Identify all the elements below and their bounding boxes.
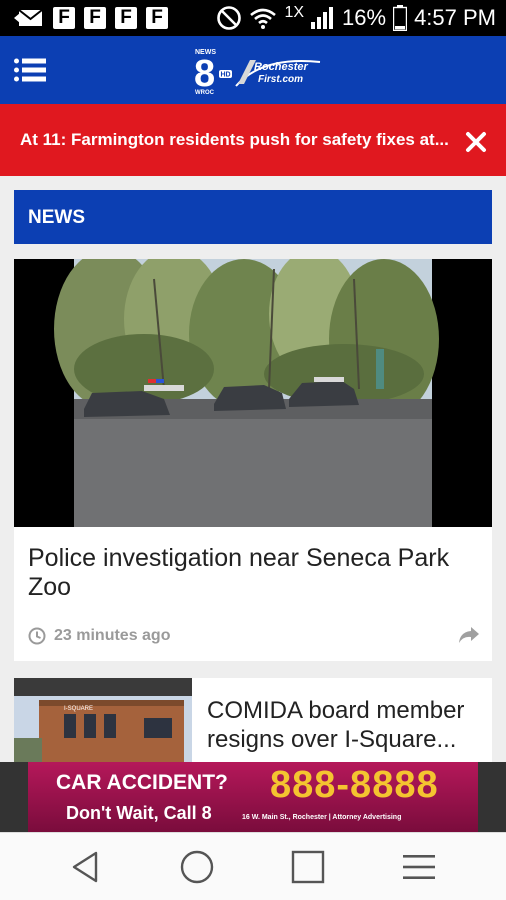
svg-text:8: 8 bbox=[194, 53, 215, 95]
recents-icon[interactable] bbox=[290, 849, 326, 885]
clock: 4:57 PM bbox=[414, 5, 496, 30]
article-meta: 23 minutes ago bbox=[28, 625, 170, 647]
notification-icons: F F F F bbox=[14, 5, 168, 31]
svg-text:WROC: WROC bbox=[195, 90, 215, 96]
ad-banner[interactable]: CAR ACCIDENT? Don't Wait, Call 8 888-888… bbox=[28, 762, 478, 832]
hamburger-menu-icon[interactable] bbox=[14, 58, 46, 82]
do-not-disturb-icon bbox=[217, 6, 242, 30]
status-bar: F F F F 1X 16% 4:57 PM bbox=[0, 0, 506, 36]
article-timestamp: 23 minutes ago bbox=[54, 627, 171, 644]
svg-text:First.com: First.com bbox=[258, 74, 303, 85]
flipboard-icon: F bbox=[53, 7, 75, 29]
article-title[interactable]: COMIDA board member resigns over I-Squar… bbox=[207, 696, 485, 754]
article-image[interactable] bbox=[14, 259, 492, 527]
flipboard-icon: F bbox=[146, 7, 168, 29]
station-logo[interactable]: NEWS 8 WROC HD Rochester First.com bbox=[192, 46, 324, 96]
signal-icon bbox=[311, 7, 334, 29]
back-icon[interactable] bbox=[68, 849, 104, 885]
menu-icon[interactable] bbox=[401, 849, 437, 885]
ad-subline: Don't Wait, Call 8 bbox=[66, 803, 212, 823]
ad-container: CAR ACCIDENT? Don't Wait, Call 8 888-888… bbox=[0, 762, 506, 832]
system-status: 1X 16% 4:57 PM bbox=[216, 3, 496, 33]
breaking-news-banner[interactable]: At 11: Farmington residents push for saf… bbox=[0, 104, 506, 176]
mail-icon bbox=[14, 9, 43, 26]
ad-headline: CAR ACCIDENT? bbox=[56, 771, 228, 794]
section-header: NEWS bbox=[14, 190, 492, 244]
police-scene-photo bbox=[14, 259, 492, 527]
share-icon[interactable] bbox=[458, 625, 480, 645]
article-card[interactable]: Police investigation near Seneca Park Zo… bbox=[14, 259, 492, 661]
svg-text:Rochester: Rochester bbox=[254, 61, 309, 73]
close-icon[interactable] bbox=[464, 130, 488, 154]
home-icon[interactable] bbox=[179, 849, 215, 885]
battery-icon bbox=[393, 5, 408, 31]
svg-text:HD: HD bbox=[221, 72, 231, 79]
ad-fine-print: 16 W. Main St., Rochester | Attorney Adv… bbox=[242, 814, 402, 821]
ad-phone-number: 888-8888 bbox=[270, 764, 439, 806]
flipboard-icon: F bbox=[115, 7, 137, 29]
svg-text:I-SQUARE: I-SQUARE bbox=[64, 706, 93, 712]
article-title[interactable]: Police investigation near Seneca Park Zo… bbox=[28, 544, 478, 602]
system-nav-bar bbox=[0, 832, 506, 900]
flipboard-icon: F bbox=[84, 7, 106, 29]
wifi-icon bbox=[250, 8, 277, 29]
section-title: NEWS bbox=[28, 207, 85, 228]
breaking-news-text[interactable]: At 11: Farmington residents push for saf… bbox=[20, 130, 449, 150]
clock-icon bbox=[28, 627, 46, 645]
app-bar: NEWS 8 WROC HD Rochester First.com bbox=[0, 36, 506, 104]
network-type-label: 1X bbox=[284, 4, 305, 21]
battery-percent: 16% bbox=[342, 5, 387, 30]
